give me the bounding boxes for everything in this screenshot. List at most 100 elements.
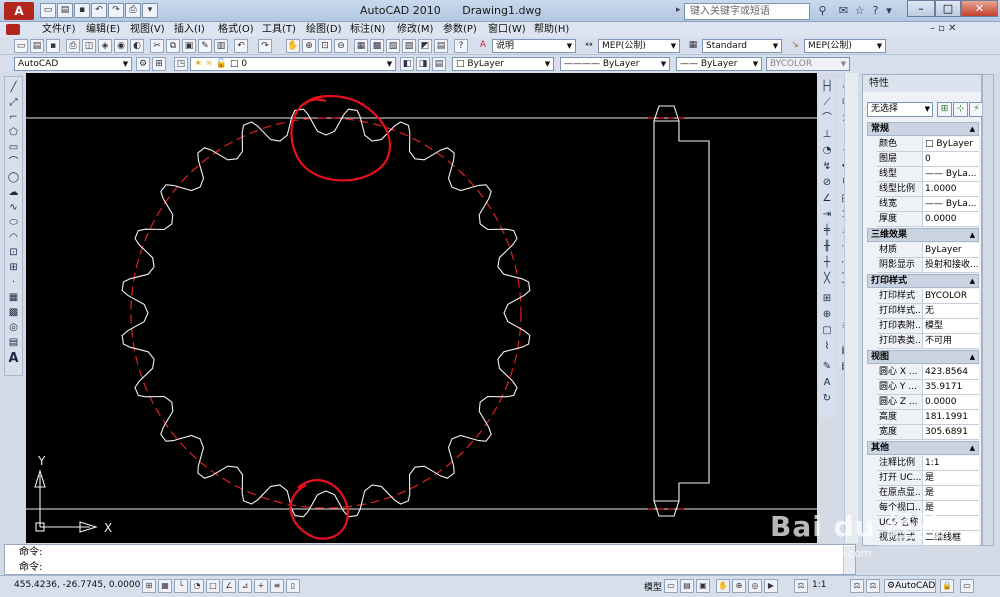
prop-row[interactable]: 在原点显... 是 [877, 486, 979, 501]
quick-properties-icon[interactable]: ▯ [286, 579, 300, 593]
annotation-visibility-icon[interactable]: ⚖ [850, 579, 864, 593]
command-scrollbar[interactable] [843, 546, 855, 574]
break-icon[interactable]: ╳ [819, 272, 835, 286]
menu-dimension[interactable]: 标注(N) [350, 22, 385, 37]
steering-wheel-icon[interactable]: ◎ [748, 579, 762, 593]
aligned-dim-icon[interactable]: ⟋ [819, 96, 835, 110]
prop-row[interactable]: 颜色 □ ByLayer [877, 137, 979, 152]
prop-row[interactable]: 打开 UC... 是 [877, 471, 979, 486]
prop-row[interactable]: 打印表附... 模型 [877, 319, 979, 334]
linetype-select[interactable]: ———— ByLayer ▼ [560, 57, 670, 71]
diameter-icon[interactable]: ⊘ [819, 176, 835, 190]
menu-insert[interactable]: 插入(I) [174, 22, 205, 37]
point-icon[interactable]: · [6, 276, 21, 289]
redo-icon[interactable]: ↷ [108, 3, 124, 18]
workspace-select[interactable]: AutoCAD ▼ [14, 57, 132, 71]
workspace-switch[interactable]: ⚙AutoCAD [884, 579, 936, 593]
object-snap-tracking-icon[interactable]: ∠ [222, 579, 236, 593]
prop-row[interactable]: 材质 ByLayer [877, 243, 979, 258]
save-icon[interactable]: ▪ [74, 3, 90, 18]
publish-icon[interactable]: ◈ [98, 39, 112, 53]
menu-parametric[interactable]: 参数(P) [443, 22, 477, 37]
prop-row[interactable]: 线型 —— ByLa... [877, 167, 979, 182]
menu-edit[interactable]: 编辑(E) [86, 22, 120, 37]
selection-select[interactable]: 无选择 ▼ [867, 102, 933, 117]
dim-update-icon[interactable]: ↻ [819, 392, 835, 406]
multileader-style-select[interactable]: MEP(公制) ▼ [804, 39, 886, 53]
layer-properties-icon[interactable]: ◳ [174, 57, 188, 71]
layer-states-icon[interactable]: ▤ [432, 57, 446, 71]
linear-dim-icon[interactable]: ├┤ [819, 80, 835, 94]
text-style-select[interactable]: 说明 ▼ [492, 39, 576, 53]
table-icon[interactable]: ▤ [6, 336, 21, 349]
print-icon[interactable]: ⎙ [66, 39, 80, 53]
application-menu-button[interactable]: A [4, 2, 34, 20]
ellipse-icon[interactable]: ⬭ [6, 216, 21, 229]
help-dropdown-icon[interactable]: ▾ [884, 3, 894, 18]
circle-icon[interactable]: ◯ [6, 171, 21, 184]
annotation-scale-value[interactable]: 1:1 [812, 580, 826, 590]
open-file-icon[interactable]: ▤ [30, 39, 44, 53]
line-icon[interactable]: ╱ [6, 81, 21, 94]
markup-icon[interactable]: ◩ [418, 39, 432, 53]
showmotion-icon[interactable]: ▶ [764, 579, 778, 593]
palette-side-bar[interactable] [982, 74, 994, 546]
center-mark-icon[interactable]: ⊕ [819, 308, 835, 322]
plot-icon[interactable]: ⎙ [125, 3, 141, 18]
menu-tools[interactable]: 工具(T) [262, 22, 296, 37]
etransmit-icon[interactable]: ◐ [130, 39, 144, 53]
ellipse-arc-icon[interactable]: ◠ [6, 231, 21, 244]
zoom-realtime-icon[interactable]: ⊕ [302, 39, 316, 53]
snap-mode-icon[interactable]: ⊞ [142, 579, 156, 593]
toolbar-help-icon[interactable]: ? [454, 39, 468, 53]
command-input[interactable]: 命令: [19, 560, 42, 575]
maximize-button[interactable]: □ [935, 0, 961, 17]
prop-row[interactable]: 高度 181.1991 [877, 410, 979, 425]
workspace-customize-icon[interactable]: ⊞ [152, 57, 166, 71]
insert-block-icon[interactable]: ⊡ [6, 246, 21, 259]
lineweight-select[interactable]: —— ByLayer ▼ [676, 57, 762, 71]
region-icon[interactable]: ◎ [6, 321, 21, 334]
document-icon[interactable] [6, 24, 20, 35]
status-pan-icon[interactable]: ✋ [716, 579, 730, 593]
section-misc[interactable]: 其他 ▲ [867, 441, 979, 455]
document-window-controls[interactable]: – ▫ ✕ [930, 23, 957, 34]
prop-row[interactable]: 打印样式 BYCOLOR [877, 289, 979, 304]
tolerance-icon[interactable]: ⊞ [819, 292, 835, 306]
object-snap-icon[interactable]: □ [206, 579, 220, 593]
sheet-set-icon[interactable]: ▨ [402, 39, 416, 53]
menu-help[interactable]: 帮助(H) [534, 22, 569, 37]
toolbar-lock-icon[interactable]: 🔒 [940, 579, 954, 593]
vertical-scrollbar[interactable] [844, 73, 858, 543]
toolbar-undo-icon[interactable]: ↶ [234, 39, 248, 53]
prop-row[interactable]: 圆心 X ... 423.8564 [877, 365, 979, 380]
prop-row[interactable]: 阴影显示 投射和接收... [877, 258, 979, 273]
open-icon[interactable]: ▤ [57, 3, 73, 18]
undo-icon[interactable]: ↶ [91, 3, 107, 18]
lineweight-toggle-icon[interactable]: ≡ [270, 579, 284, 593]
prop-row[interactable]: 圆心 Z ... 0.0000 [877, 395, 979, 410]
section-3d-effects[interactable]: 三维效果 ▲ [867, 228, 979, 242]
jogged-icon[interactable]: ↯ [819, 160, 835, 174]
search-input[interactable]: 键入关键字或短语 [684, 3, 810, 20]
menu-view[interactable]: 视图(V) [130, 22, 165, 37]
layout-icon[interactable]: ▭ [664, 579, 678, 593]
auto-scale-icon[interactable]: ⚖ [866, 579, 880, 593]
dynamic-ucs-icon[interactable]: ⊿ [238, 579, 252, 593]
prop-row[interactable]: 线宽 —— ByLa... [877, 197, 979, 212]
design-center-icon[interactable]: ▩ [370, 39, 384, 53]
prop-row[interactable]: 圆心 Y ... 35.9171 [877, 380, 979, 395]
jogged-linear-icon[interactable]: ⌇ [819, 340, 835, 354]
angular-icon[interactable]: ∠ [819, 192, 835, 206]
3d-dwf-icon[interactable]: ◉ [114, 39, 128, 53]
ordinate-icon[interactable]: ⊥ [819, 128, 835, 142]
layer-select[interactable]: ☀ ☼ 🔓 □ 0 ▼ [190, 57, 396, 71]
polyline-icon[interactable]: ⌐ [6, 111, 21, 124]
menu-format[interactable]: 格式(O) [218, 22, 254, 37]
model-tab[interactable]: 模型 [644, 580, 662, 593]
dim-edit-icon[interactable]: ✎ [819, 360, 835, 374]
toggle-pickadd-icon[interactable]: ⊞ [937, 102, 952, 117]
continue-icon[interactable]: ╫ [819, 240, 835, 254]
save-file-icon[interactable]: ▪ [46, 39, 60, 53]
section-view[interactable]: 视图 ▲ [867, 350, 979, 364]
